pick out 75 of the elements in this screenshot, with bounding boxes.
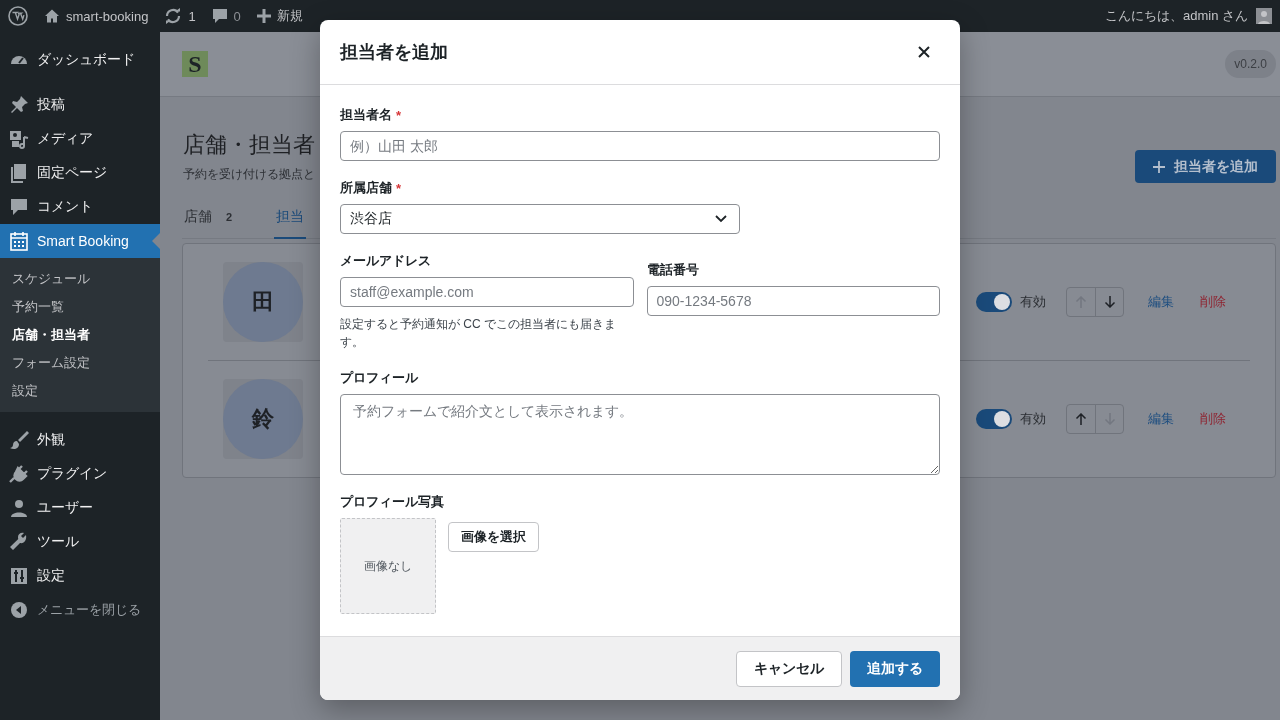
media-icon	[9, 129, 29, 149]
home-icon	[44, 8, 60, 24]
empty-image-text: 画像なし	[364, 557, 412, 575]
menu-item[interactable]: メディア	[0, 122, 160, 156]
menu-item[interactable]: 外観	[0, 423, 160, 457]
field-label: プロフィール	[340, 369, 418, 387]
menu-item[interactable]: 設定	[0, 559, 160, 593]
version-badge: v0.2.0	[1225, 50, 1276, 78]
close-button[interactable]	[916, 44, 932, 60]
plug-icon	[9, 464, 29, 484]
email-field[interactable]: staff@example.com	[340, 277, 634, 307]
comment-icon	[211, 8, 228, 24]
menu-item[interactable]: 固定ページ	[0, 156, 160, 190]
user-icon	[9, 498, 29, 518]
required-mark: *	[396, 107, 402, 123]
submit-button[interactable]: 追加する	[850, 650, 940, 687]
toggle-switch[interactable]	[976, 409, 1012, 429]
calendar-icon	[9, 231, 29, 251]
page-description: 予約を受け付ける拠点と	[183, 166, 315, 183]
close-icon	[918, 46, 930, 58]
field-label: 電話番号	[646, 261, 699, 279]
select-image-button[interactable]: 画像を選択	[448, 522, 539, 552]
sliders-icon	[9, 566, 29, 586]
refresh-icon	[164, 8, 183, 24]
required-mark: *	[396, 180, 402, 196]
plus-icon	[256, 9, 271, 23]
add-staff-button[interactable]: 担当者を追加	[1135, 150, 1276, 183]
menu-item[interactable]: コメント	[0, 190, 160, 224]
field-label: プロフィール写真	[340, 493, 444, 511]
status-label: 有効	[1020, 293, 1046, 311]
store-select[interactable]: 渋谷店	[340, 204, 740, 234]
new-link[interactable]: 新規	[256, 7, 303, 25]
arrow-up-icon	[1075, 413, 1087, 425]
submenu-item[interactable]: 予約一覧	[0, 293, 160, 321]
avatar: 田	[223, 262, 303, 342]
field-label: メールアドレス	[340, 252, 431, 270]
logo: S	[182, 51, 208, 77]
submenu-item[interactable]: 店舗・担当者	[0, 321, 160, 349]
page-title: 店舗・担当者	[183, 131, 315, 159]
wrench-icon	[9, 532, 29, 552]
menu-item[interactable]: ダッシュボード	[0, 43, 160, 77]
help-text: 設定すると予約通知が CC でこの担当者にも届きます。	[340, 316, 617, 351]
tab[interactable]: 店舗 2	[182, 197, 235, 239]
submenu-item[interactable]: フォーム設定	[0, 349, 160, 377]
modal-title: 担当者を追加	[340, 41, 448, 64]
status-label: 有効	[1020, 410, 1046, 428]
submenu-item[interactable]: スケジュール	[0, 265, 160, 293]
chevron-down-icon	[715, 215, 727, 223]
phone-field[interactable]: 090-1234-5678	[646, 286, 940, 316]
field-label: 所属店舗	[340, 179, 392, 197]
submenu-item[interactable]: 設定	[0, 377, 160, 405]
comment-icon	[9, 197, 29, 217]
brush-icon	[9, 430, 29, 450]
toggle-switch[interactable]	[976, 292, 1012, 312]
pages-icon	[9, 163, 29, 183]
menu-item[interactable]: Smart Booking	[0, 224, 160, 258]
menu-item[interactable]: プラグイン	[0, 457, 160, 491]
pin-icon	[9, 95, 29, 115]
comments-link[interactable]: 0	[211, 8, 241, 24]
avatar: 鈴	[223, 379, 303, 459]
site-link[interactable]: smart-booking	[44, 8, 149, 24]
menu-item[interactable]: ツール	[0, 525, 160, 559]
menu-item[interactable]: ユーザー	[0, 491, 160, 525]
updates-link[interactable]: 1	[164, 8, 196, 24]
account-link[interactable]: こんにちは、admin さん	[1104, 7, 1272, 25]
menu-item[interactable]: 投稿	[0, 88, 160, 122]
cancel-button[interactable]: キャンセル	[736, 650, 842, 687]
profile-field[interactable]: 予約フォームで紹介文として表示されます。	[340, 394, 940, 475]
avatar-icon	[1256, 8, 1272, 24]
plus-icon	[1153, 160, 1165, 173]
arrow-down-icon	[1103, 296, 1116, 308]
field-label: 担当者名	[340, 106, 392, 124]
collapse-menu-button[interactable]: メニューを閉じる	[0, 593, 160, 627]
wordpress-logo-icon	[8, 6, 28, 26]
name-field[interactable]: 例）山田 太郎	[340, 131, 940, 161]
